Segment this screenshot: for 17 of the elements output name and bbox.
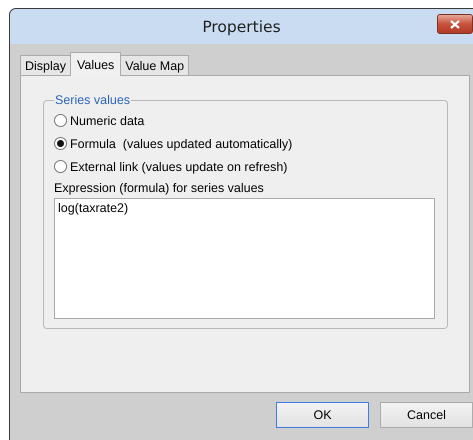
- close-button[interactable]: [437, 14, 473, 34]
- window-title: Properties: [202, 18, 281, 36]
- radio-button[interactable]: [54, 160, 67, 173]
- tab[interactable]: Values: [70, 52, 122, 76]
- dialog-button[interactable]: Cancel: [380, 402, 473, 428]
- field-label: Expression (formula) for series values: [54, 181, 265, 197]
- radio-button[interactable]: [54, 114, 67, 127]
- dialog-button[interactable]: OK: [276, 402, 369, 428]
- group-label: Series values: [54, 93, 132, 107]
- close-icon: [450, 20, 460, 28]
- radio-button[interactable]: [54, 137, 67, 150]
- radio-label[interactable]: Formula (values updated automatically): [70, 136, 292, 150]
- radio-label[interactable]: Numeric data: [70, 114, 144, 128]
- expression-field[interactable]: log(taxrate2): [54, 198, 435, 319]
- tab[interactable]: Display: [20, 55, 71, 76]
- radio-label[interactable]: External link (values update on refresh): [70, 160, 288, 174]
- tab[interactable]: Value Map: [120, 55, 190, 76]
